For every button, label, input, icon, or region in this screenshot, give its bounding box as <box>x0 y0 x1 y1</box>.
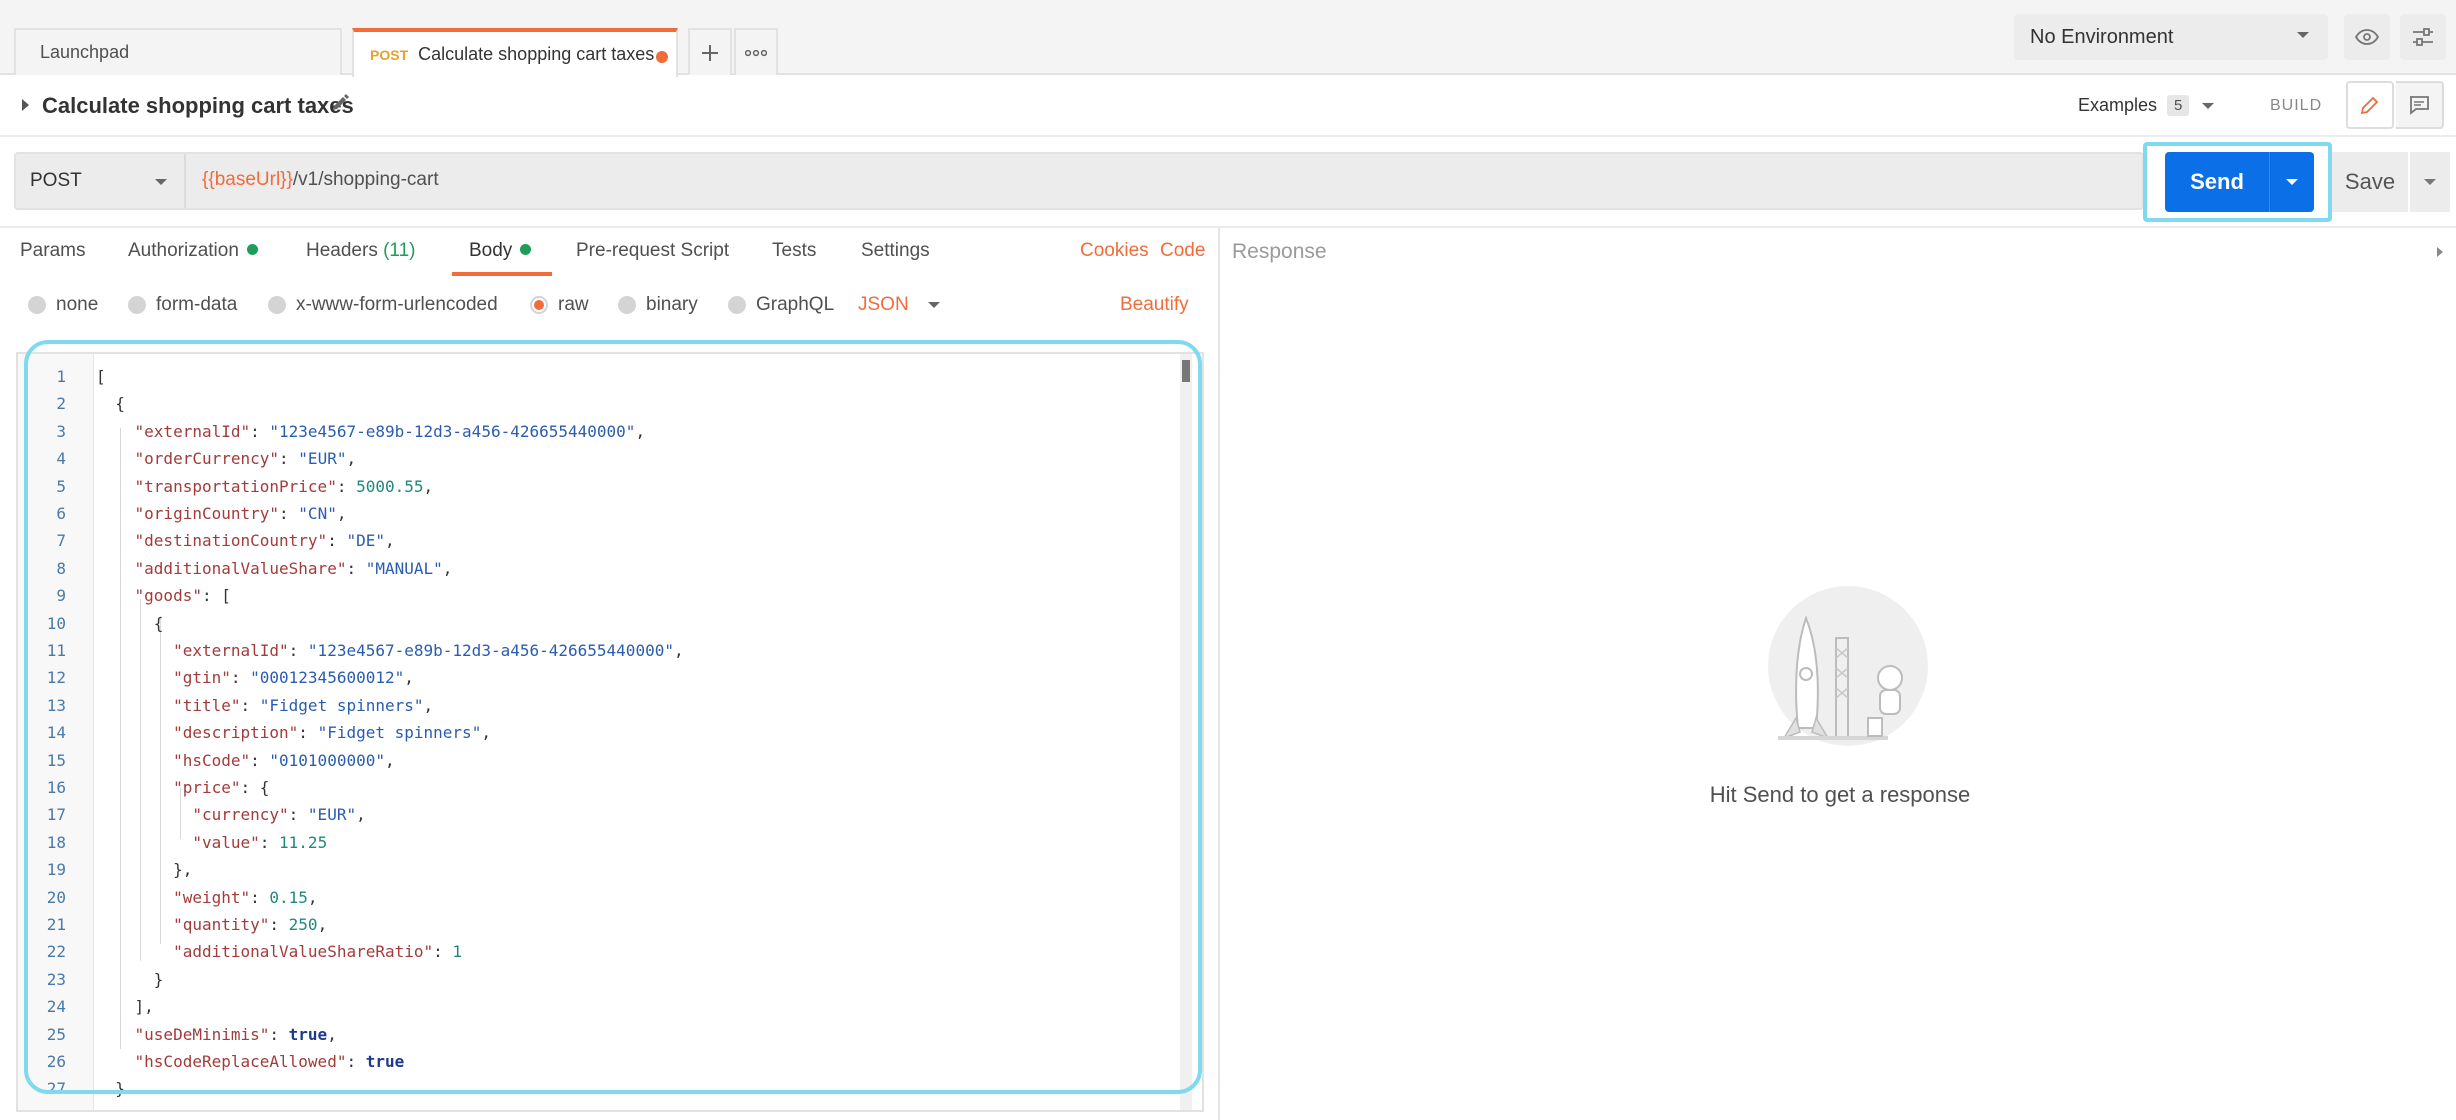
chevron-down-icon <box>2286 179 2298 185</box>
pencil-icon[interactable] <box>330 93 350 113</box>
active-tab-indicator <box>452 272 552 276</box>
chevron-down-icon <box>2202 102 2215 109</box>
radio-button <box>268 296 286 314</box>
chevron-down-icon <box>2297 32 2309 38</box>
tab-title: Calculate shopping cart taxes <box>418 44 655 64</box>
examples-dropdown[interactable]: Examples 5 <box>2078 95 2215 116</box>
body-type-options: none form-data x-www-form-urlencoded raw… <box>0 288 1214 328</box>
tab-headers-label: Headers <box>306 240 378 261</box>
body-type-form-data-label: form-data <box>156 294 238 315</box>
tab-bar: Launchpad POST Calculate shopping cart t… <box>0 0 2456 77</box>
plus-icon <box>702 44 718 61</box>
headers-count: (11) <box>383 240 416 261</box>
tab-method-badge: POST <box>370 46 409 63</box>
radio-button-selected <box>530 296 548 314</box>
caret-right-icon[interactable] <box>2436 246 2444 258</box>
save-button[interactable]: Save <box>2332 152 2408 212</box>
request-name[interactable]: Calculate shopping cart taxes <box>42 93 354 119</box>
url-variable: {{baseUrl}} <box>202 169 293 190</box>
radio-button <box>728 296 746 314</box>
tab-headers[interactable]: Headers (11) <box>306 240 416 262</box>
tab-authorization[interactable]: Authorization <box>128 240 258 262</box>
tab-settings[interactable]: Settings <box>861 240 930 262</box>
send-label: Send <box>2190 169 2244 194</box>
body-type-none[interactable]: none <box>28 294 98 316</box>
build-mode-button[interactable] <box>2346 81 2394 129</box>
examples-count-badge: 5 <box>2167 95 2190 116</box>
beautify-link[interactable]: Beautify <box>1120 294 1189 316</box>
editor-highlight-box <box>24 340 1202 1094</box>
environment-label: No Environment <box>2030 25 2174 48</box>
pane-divider[interactable] <box>1218 228 1220 1120</box>
send-button[interactable]: Send <box>2165 152 2314 212</box>
line-number: 28 <box>18 1103 66 1110</box>
body-type-none-label: none <box>56 294 99 315</box>
response-title: Response <box>1232 240 1327 263</box>
comment-icon <box>2410 96 2429 115</box>
method-select[interactable]: POST <box>16 154 186 208</box>
body-type-binary[interactable]: binary <box>618 294 698 316</box>
body-type-graphql-label: GraphQL <box>756 294 835 315</box>
save-options-button[interactable] <box>2410 152 2450 212</box>
url-input[interactable]: {{baseUrl}}/v1/shopping-cart <box>202 169 439 191</box>
body-type-raw-label: raw <box>558 294 589 315</box>
caret-right-icon[interactable] <box>20 98 30 112</box>
examples-label: Examples <box>2078 95 2158 115</box>
save-label: Save <box>2344 169 2396 194</box>
eye-icon <box>2355 29 2379 45</box>
url-path: /v1/shopping-cart <box>292 169 439 190</box>
body-type-form-data[interactable]: form-data <box>128 294 237 316</box>
radio-button <box>618 296 636 314</box>
radio-button <box>28 296 46 314</box>
body-language-select[interactable]: JSON <box>858 294 941 316</box>
response-empty-hint: Hit Send to get a response <box>1709 782 1971 807</box>
chevron-down-icon <box>155 179 167 185</box>
tab-body-label: Body <box>469 240 513 261</box>
more-icon <box>745 49 767 56</box>
tab-prerequest-script[interactable]: Pre-request Script <box>576 240 729 262</box>
tab-launchpad[interactable]: Launchpad <box>14 28 342 75</box>
body-type-urlencoded-label: x-www-form-urlencoded <box>296 294 498 315</box>
status-dot <box>520 244 532 255</box>
code-link[interactable]: Code <box>1160 240 1205 262</box>
code-text: ] <box>96 1103 106 1110</box>
tab-params[interactable]: Params <box>20 240 85 262</box>
chevron-down-icon <box>927 302 940 308</box>
cookies-link[interactable]: Cookies <box>1080 240 1149 262</box>
send-options-button[interactable] <box>2269 152 2314 212</box>
body-type-binary-label: binary <box>646 294 698 315</box>
rocket-illustration <box>1768 586 1928 746</box>
pencil-icon <box>2360 96 2379 115</box>
tab-tests[interactable]: Tests <box>772 240 816 262</box>
method-value: POST <box>30 170 82 191</box>
tab-body[interactable]: Body <box>469 240 532 262</box>
tab-options-button[interactable] <box>734 28 778 75</box>
unsaved-dot <box>656 51 668 63</box>
sliders-icon <box>2413 28 2433 46</box>
radio-button <box>128 296 146 314</box>
body-type-raw[interactable]: raw <box>530 294 589 316</box>
url-bar: POST {{baseUrl}}/v1/shopping-cart <box>14 152 2144 210</box>
tab-calculate-shopping-cart-taxes[interactable]: POST Calculate shopping cart taxes <box>352 28 678 77</box>
body-language-value: JSON <box>858 294 909 315</box>
request-tabs: Params Authorization Headers (11) Body P… <box>0 228 1214 276</box>
environment-select[interactable]: No Environment <box>2014 14 2328 60</box>
manage-environments-button[interactable] <box>2400 14 2446 60</box>
code-line: 28] <box>18 1103 1178 1110</box>
tab-authorization-label: Authorization <box>128 240 239 261</box>
build-mode-label: BUILD <box>2270 97 2323 114</box>
body-type-graphql[interactable]: GraphQL <box>728 294 834 316</box>
new-tab-button[interactable] <box>688 28 732 75</box>
chevron-down-icon <box>2424 179 2436 185</box>
status-dot <box>246 244 258 255</box>
comments-button[interactable] <box>2396 81 2444 129</box>
request-header: Calculate shopping cart taxes Examples 5… <box>0 77 2456 137</box>
environment-quick-look-button[interactable] <box>2344 14 2390 60</box>
tab-launchpad-label: Launchpad <box>40 42 130 62</box>
body-type-urlencoded[interactable]: x-www-form-urlencoded <box>268 294 498 316</box>
